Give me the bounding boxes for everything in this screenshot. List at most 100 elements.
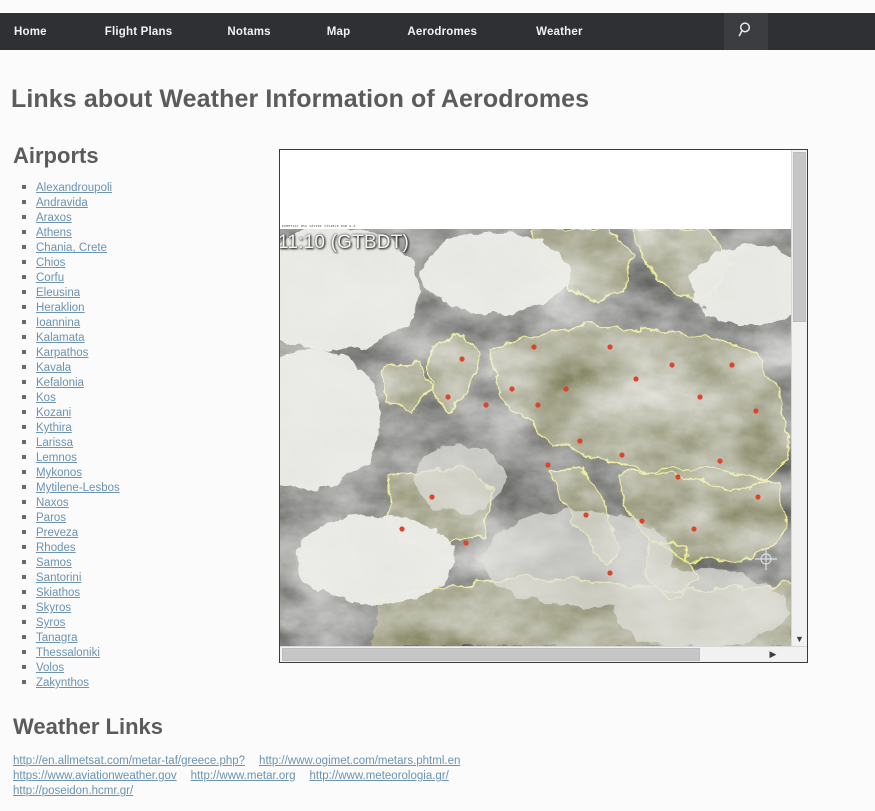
list-item: Kozani — [13, 404, 263, 419]
airport-link-skiathos[interactable]: Skiathos — [36, 587, 80, 599]
list-item: Alexandroupoli — [13, 179, 263, 194]
airport-link-volos[interactable]: Volos — [36, 662, 64, 674]
satellite-vertical-scrollbar[interactable]: ▼ — [791, 150, 807, 647]
airport-link-andravida[interactable]: Andravida — [36, 197, 88, 209]
list-item: Eleusina — [13, 284, 263, 299]
satellite-vertical-scroll-thumb[interactable] — [793, 152, 806, 322]
nav-item-notams[interactable]: Notams — [213, 13, 284, 50]
list-item: Araxos — [13, 209, 263, 224]
airport-link-heraklion[interactable]: Heraklion — [36, 302, 85, 314]
nav-item-weather[interactable]: Weather — [522, 13, 597, 50]
airport-link-chania-crete[interactable]: Chania, Crete — [36, 242, 107, 254]
airport-link-ioannina[interactable]: Ioannina — [36, 317, 80, 329]
airport-link-karpathos[interactable]: Karpathos — [36, 347, 88, 359]
airport-link-alexandroupoli[interactable]: Alexandroupoli — [36, 182, 112, 194]
list-item: Kavala — [13, 359, 263, 374]
scroll-right-arrow-icon[interactable]: ▶ — [765, 647, 781, 662]
airports-section: Airports Alexandroupoli Andravida Araxos At… — [13, 143, 263, 689]
nav-item-home[interactable]: Home — [0, 13, 61, 50]
airport-link-thessaloniki[interactable]: Thessaloniki — [36, 647, 100, 659]
airport-link-samos[interactable]: Samos — [36, 557, 72, 569]
list-item: Corfu — [13, 269, 263, 284]
scroll-right-glyph: ▶ — [769, 649, 777, 659]
list-item: Santorini — [13, 569, 263, 584]
scroll-down-arrow-icon[interactable]: ▼ — [792, 631, 807, 647]
satellite-timestamp-overlay: 11:10 (GTBDT) — [280, 232, 410, 253]
airport-link-tanagra[interactable]: Tanagra — [36, 632, 78, 644]
list-item: Naxos — [13, 494, 263, 509]
airport-link-kalamata[interactable]: Kalamata — [36, 332, 85, 344]
satellite-blank-band — [280, 150, 792, 229]
airport-link-mykonos[interactable]: Mykonos — [36, 467, 82, 479]
list-item: Kythira — [13, 419, 263, 434]
nav-item-flight-plans[interactable]: Flight Plans — [91, 13, 187, 50]
weather-links-row: https://www.aviationweather.gov http://ww… — [13, 767, 713, 782]
airport-link-skyros[interactable]: Skyros — [36, 602, 71, 614]
airport-link-lemnos[interactable]: Lemnos — [36, 452, 77, 464]
weather-link[interactable]: http://www.metar.org — [191, 770, 296, 782]
airport-link-rhodes[interactable]: Rhodes — [36, 542, 76, 554]
list-item: Chios — [13, 254, 263, 269]
list-item: Skyros — [13, 599, 263, 614]
list-item: Heraklion — [13, 299, 263, 314]
main-navigation-bar: Home Flight Plans Notams Map Aerodromes … — [0, 13, 875, 50]
list-item: Larissa — [13, 434, 263, 449]
airport-link-zakynthos[interactable]: Zakynthos — [36, 677, 89, 689]
list-item: Mykonos — [13, 464, 263, 479]
satellite-viewport: EUMETSAT MSG SEVIRI VISIBLE RGB 0.6 11:1… — [280, 150, 792, 647]
airport-link-kefalonia[interactable]: Kefalonia — [36, 377, 84, 389]
scroll-down-glyph: ▼ — [795, 633, 804, 644]
list-item: Kefalonia — [13, 374, 263, 389]
list-item: Karpathos — [13, 344, 263, 359]
list-item: Andravida — [13, 194, 263, 209]
weather-link[interactable]: https://www.aviationweather.gov — [13, 770, 177, 782]
list-item: Skiathos — [13, 584, 263, 599]
weather-links-section: Weather Links http://en.allmetsat.com/me… — [13, 714, 713, 797]
list-item: Syros — [13, 614, 263, 629]
airport-link-kythira[interactable]: Kythira — [36, 422, 72, 434]
airport-link-naxos[interactable]: Naxos — [36, 497, 69, 509]
airport-link-syros[interactable]: Syros — [36, 617, 65, 629]
list-item: Mytilene-Lesbos — [13, 479, 263, 494]
list-item: Volos — [13, 659, 263, 674]
satellite-horizontal-scrollbar[interactable]: ▶ — [280, 646, 807, 662]
list-item: Thessaloniki — [13, 644, 263, 659]
weather-links-row: http://en.allmetsat.com/metar-taf/greece… — [13, 752, 713, 767]
airport-link-chios[interactable]: Chios — [36, 257, 65, 269]
list-item: Chania, Crete — [13, 239, 263, 254]
weather-link[interactable]: http://www.ogimet.com/metars.phtml.en — [259, 755, 460, 767]
list-item: Samos — [13, 554, 263, 569]
airports-link-list: Alexandroupoli Andravida Araxos Athens Chani… — [13, 179, 263, 689]
list-item: Zakynthos — [13, 674, 263, 689]
weather-link[interactable]: http://en.allmetsat.com/metar-taf/greece… — [13, 755, 245, 767]
airport-link-larissa[interactable]: Larissa — [36, 437, 73, 449]
airport-link-araxos[interactable]: Araxos — [36, 212, 72, 224]
nav-item-aerodromes[interactable]: Aerodromes — [393, 13, 491, 50]
weather-links-heading: Weather Links — [13, 714, 163, 739]
airport-link-kos[interactable]: Kos — [36, 392, 56, 404]
airport-link-preveza[interactable]: Preveza — [36, 527, 78, 539]
airports-heading: Airports — [13, 143, 99, 168]
list-item: Kos — [13, 389, 263, 404]
nav-right-filler — [768, 13, 875, 50]
satellite-image-frame[interactable]: EUMETSAT MSG SEVIRI VISIBLE RGB 0.6 11:1… — [279, 149, 808, 663]
airport-link-santorini[interactable]: Santorini — [36, 572, 81, 584]
airport-link-athens[interactable]: Athens — [36, 227, 72, 239]
airport-link-eleusina[interactable]: Eleusina — [36, 287, 80, 299]
satellite-micro-caption: EUMETSAT MSG SEVIRI VISIBLE RGB 0.6 — [282, 224, 356, 228]
airport-link-mytilene-lesbos[interactable]: Mytilene-Lesbos — [36, 482, 120, 494]
list-item: Paros — [13, 509, 263, 524]
airport-link-corfu[interactable]: Corfu — [36, 272, 64, 284]
list-item: Preveza — [13, 524, 263, 539]
satellite-horizontal-scroll-thumb[interactable] — [282, 648, 700, 661]
search-button[interactable] — [724, 13, 768, 50]
airport-link-paros[interactable]: Paros — [36, 512, 66, 524]
nav-item-map[interactable]: Map — [313, 13, 365, 50]
airport-link-kavala[interactable]: Kavala — [36, 362, 71, 374]
list-item: Tanagra — [13, 629, 263, 644]
weather-link[interactable]: http://poseidon.hcmr.gr/ — [13, 785, 133, 797]
weather-link[interactable]: http://www.meteorologia.gr/ — [309, 770, 448, 782]
list-item: Rhodes — [13, 539, 263, 554]
airport-link-kozani[interactable]: Kozani — [36, 407, 71, 419]
